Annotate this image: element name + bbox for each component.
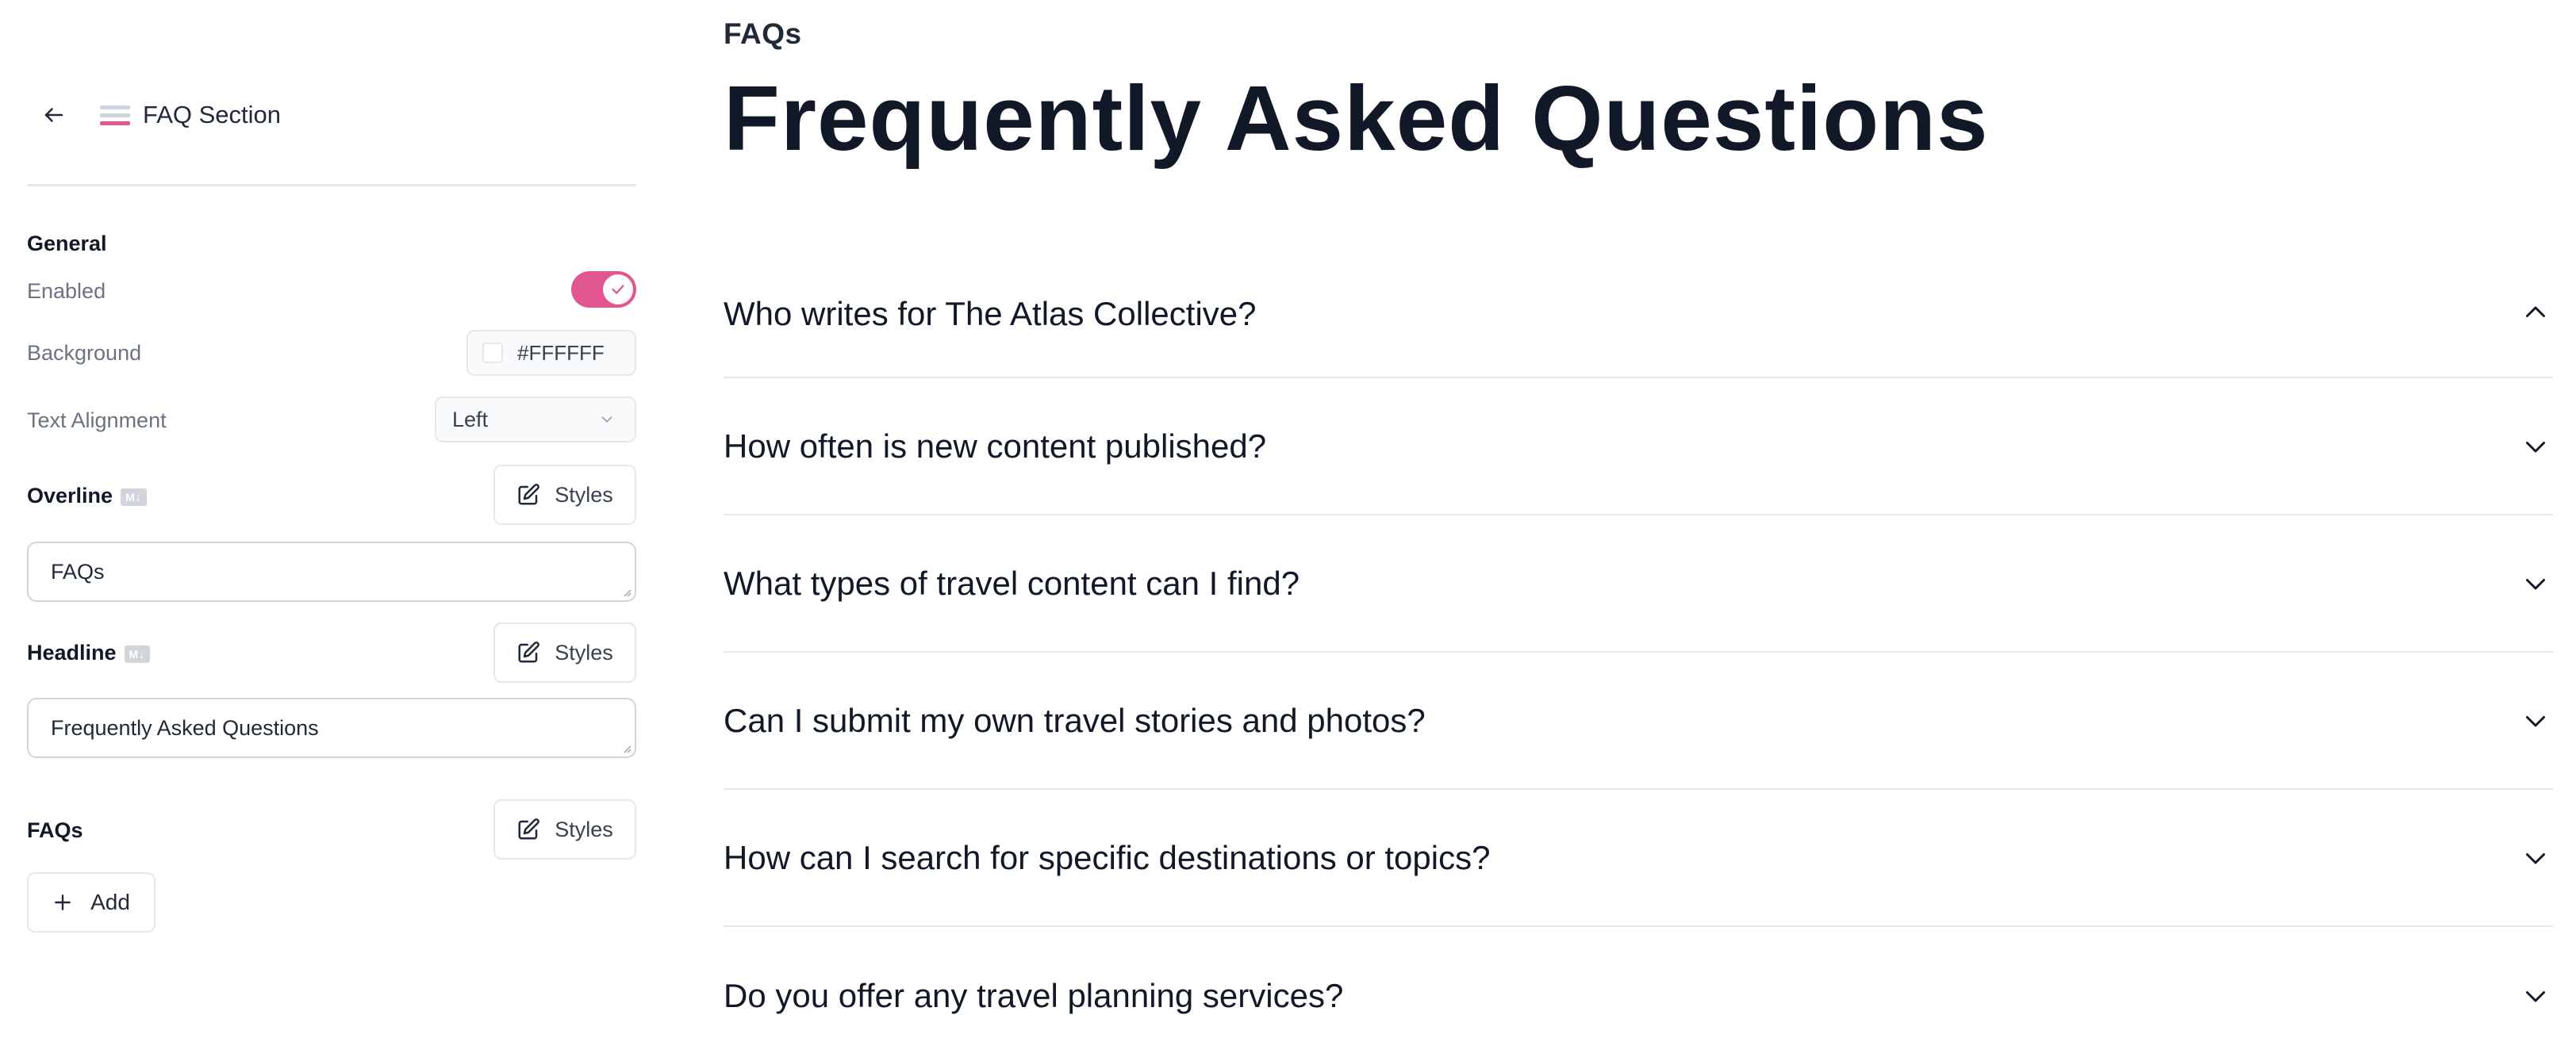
faqs-heading: FAQs <box>27 818 83 842</box>
overline-styles-button[interactable]: Styles <box>493 465 636 525</box>
chevron-down-icon[interactable] <box>2518 703 2553 738</box>
headline-input-value: Frequently Asked Questions <box>51 715 319 740</box>
back-button[interactable] <box>27 88 81 142</box>
sidebar-divider <box>27 184 636 186</box>
check-icon <box>612 285 624 294</box>
settings-sidebar: FAQ Section General Enabled Background #… <box>0 0 666 1038</box>
text-alignment-select[interactable]: Left <box>435 396 636 442</box>
faq-item[interactable]: How often is new content published? <box>724 378 2553 515</box>
sidebar-header: FAQ Section <box>27 76 636 154</box>
faq-list: Who writes for The Atlas Collective? How… <box>724 238 2553 1038</box>
resize-grip-icon[interactable] <box>622 744 632 753</box>
faq-question: How often is new content published? <box>724 427 1267 465</box>
headline-styles-button[interactable]: Styles <box>493 622 636 683</box>
headline-heading: Headline M↓ <box>27 641 151 665</box>
faq-item[interactable]: Do you offer any travel planning service… <box>724 927 2553 1038</box>
styles-label: Styles <box>555 482 613 507</box>
plus-icon <box>55 894 71 910</box>
markdown-badge: M↓ <box>124 645 151 663</box>
arrow-left-icon <box>44 108 63 122</box>
text-alignment-label: Text Alignment <box>27 408 167 432</box>
editor-app: FAQ Section General Enabled Background #… <box>0 0 2576 1038</box>
add-label: Add <box>90 890 130 914</box>
chevron-up-icon[interactable] <box>2518 295 2553 330</box>
faq-item[interactable]: What types of travel content can I find? <box>724 515 2553 653</box>
preview-headline: Frequently Asked Questions <box>724 67 1989 170</box>
faq-item[interactable]: Can I submit my own travel stories and p… <box>724 653 2553 790</box>
enabled-toggle[interactable] <box>571 271 636 308</box>
edit-icon <box>518 818 540 840</box>
faq-question: Who writes for The Atlas Collective? <box>724 295 1257 332</box>
edit-icon <box>518 642 540 663</box>
general-heading: General <box>27 232 107 255</box>
faq-question: Can I submit my own travel stories and p… <box>724 701 1426 739</box>
styles-label: Styles <box>555 640 613 665</box>
section-icon-stripe <box>100 121 130 125</box>
section-icon-stripe <box>100 105 130 109</box>
color-swatch <box>482 343 503 363</box>
section-layout-icon <box>100 100 130 130</box>
faq-item[interactable]: Who writes for The Atlas Collective? <box>724 238 2553 378</box>
faq-item[interactable]: How can I search for specific destinatio… <box>724 790 2553 927</box>
section-icon-stripe <box>100 113 130 117</box>
enabled-label: Enabled <box>27 279 106 303</box>
chevron-down-icon[interactable] <box>2518 429 2553 464</box>
faq-preview: FAQs Frequently Asked Questions Who writ… <box>724 0 2553 1038</box>
text-alignment-value: Left <box>452 407 489 431</box>
headline-label: Headline <box>27 641 117 665</box>
toggle-knob <box>603 274 633 305</box>
sidebar-title: FAQ Section <box>143 101 282 128</box>
overline-input-value: FAQs <box>51 559 105 584</box>
faq-question: Do you offer any travel planning service… <box>724 976 1344 1014</box>
add-faq-button[interactable]: Add <box>27 872 155 933</box>
edit-icon <box>518 484 540 505</box>
background-color-picker[interactable]: #FFFFFF <box>466 330 636 376</box>
background-label: Background <box>27 341 142 365</box>
chevron-down-icon[interactable] <box>2518 566 2553 601</box>
faq-question: How can I search for specific destinatio… <box>724 838 1491 876</box>
overline-label: Overline <box>27 484 113 508</box>
headline-input[interactable]: Frequently Asked Questions <box>27 698 636 758</box>
faq-question: What types of travel content can I find? <box>724 564 1300 602</box>
markdown-badge: M↓ <box>121 488 147 506</box>
overline-input[interactable]: FAQs <box>27 542 636 602</box>
styles-label: Styles <box>555 817 613 841</box>
chevron-down-icon[interactable] <box>2518 979 2553 1013</box>
resize-grip-icon[interactable] <box>622 588 632 597</box>
overline-heading: Overline M↓ <box>27 484 147 508</box>
chevron-down-icon <box>601 416 612 423</box>
faqs-styles-button[interactable]: Styles <box>493 799 636 860</box>
preview-overline: FAQs <box>724 17 802 50</box>
chevron-down-icon[interactable] <box>2518 841 2553 875</box>
background-color-value: #FFFFFF <box>517 340 605 365</box>
